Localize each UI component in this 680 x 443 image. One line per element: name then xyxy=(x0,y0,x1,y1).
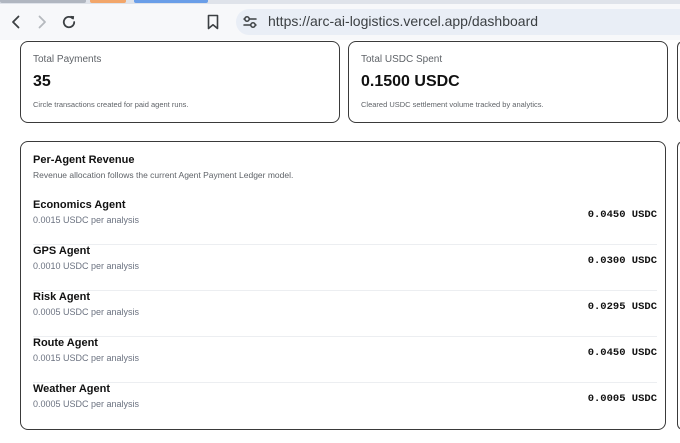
back-arrow-icon xyxy=(12,15,20,29)
back-button[interactable] xyxy=(4,10,28,34)
total-usdc-card: Total USDC Spent 0.1500 USDC Cleared USD… xyxy=(348,41,668,123)
stat-description: Circle transactions created for paid age… xyxy=(33,100,189,109)
agent-name: Risk Agent xyxy=(33,291,91,303)
agent-row: Route Agent 0.0015 USDC per analysis 0.0… xyxy=(33,337,657,383)
site-settings-icon[interactable] xyxy=(242,14,258,30)
agent-amount: 0.0005 USDC xyxy=(587,393,657,405)
per-agent-revenue-card: Per-Agent Revenue Revenue allocation fol… xyxy=(20,141,666,430)
agent-rate: 0.0015 USDC per analysis xyxy=(33,353,140,363)
bookmark-icon xyxy=(207,14,219,30)
bookmark-button[interactable] xyxy=(201,10,225,34)
section-subtitle: Revenue allocation follows the current A… xyxy=(33,170,294,180)
tab-indicator[interactable] xyxy=(90,0,126,3)
agent-name: Route Agent xyxy=(33,337,98,349)
agent-rate: 0.0005 USDC per analysis xyxy=(33,399,140,409)
stat-label: Total USDC Spent xyxy=(361,54,443,65)
agent-rate: 0.0010 USDC per analysis xyxy=(33,261,140,271)
stat-description: Cleared USDC settlement volume tracked b… xyxy=(361,100,544,109)
agent-name: GPS Agent xyxy=(33,245,91,257)
tab-indicator[interactable] xyxy=(0,0,86,3)
forward-button[interactable] xyxy=(30,10,54,34)
agent-name: Economics Agent xyxy=(33,199,126,211)
section-title: Per-Agent Revenue xyxy=(33,154,135,166)
stat-value: 0.1500 USDC xyxy=(361,73,460,90)
agent-name: Weather Agent xyxy=(33,383,111,395)
agent-amount: 0.0295 USDC xyxy=(587,301,657,313)
agent-amount: 0.0300 USDC xyxy=(587,255,657,267)
agent-rate: 0.0005 USDC per analysis xyxy=(33,307,140,317)
address-bar[interactable]: https://arc-ai-logistics.vercel.app/dash… xyxy=(236,9,680,35)
stat-label: Total Payments xyxy=(33,54,102,65)
agent-row: GPS Agent 0.0010 USDC per analysis 0.030… xyxy=(33,245,657,291)
browser-toolbar: https://arc-ai-logistics.vercel.app/dash… xyxy=(0,4,680,40)
stat-value: 35 xyxy=(33,73,51,90)
agent-amount: 0.0450 USDC xyxy=(587,209,657,221)
agent-row: Risk Agent 0.0005 USDC per analysis 0.02… xyxy=(33,291,657,337)
agent-row: Weather Agent 0.0005 USDC per analysis 0… xyxy=(33,383,657,423)
agent-row: Economics Agent 0.0015 USDC per analysis… xyxy=(33,199,657,245)
reload-icon xyxy=(62,15,76,29)
agent-rate: 0.0015 USDC per analysis xyxy=(33,215,140,225)
forward-arrow-icon xyxy=(38,15,46,29)
url-text[interactable]: https://arc-ai-logistics.vercel.app/dash… xyxy=(268,13,538,29)
agent-amount: 0.0450 USDC xyxy=(587,347,657,359)
tab-indicator[interactable] xyxy=(134,0,208,3)
reload-button[interactable] xyxy=(57,10,81,34)
total-payments-card: Total Payments 35 Circle transactions cr… xyxy=(20,41,340,123)
